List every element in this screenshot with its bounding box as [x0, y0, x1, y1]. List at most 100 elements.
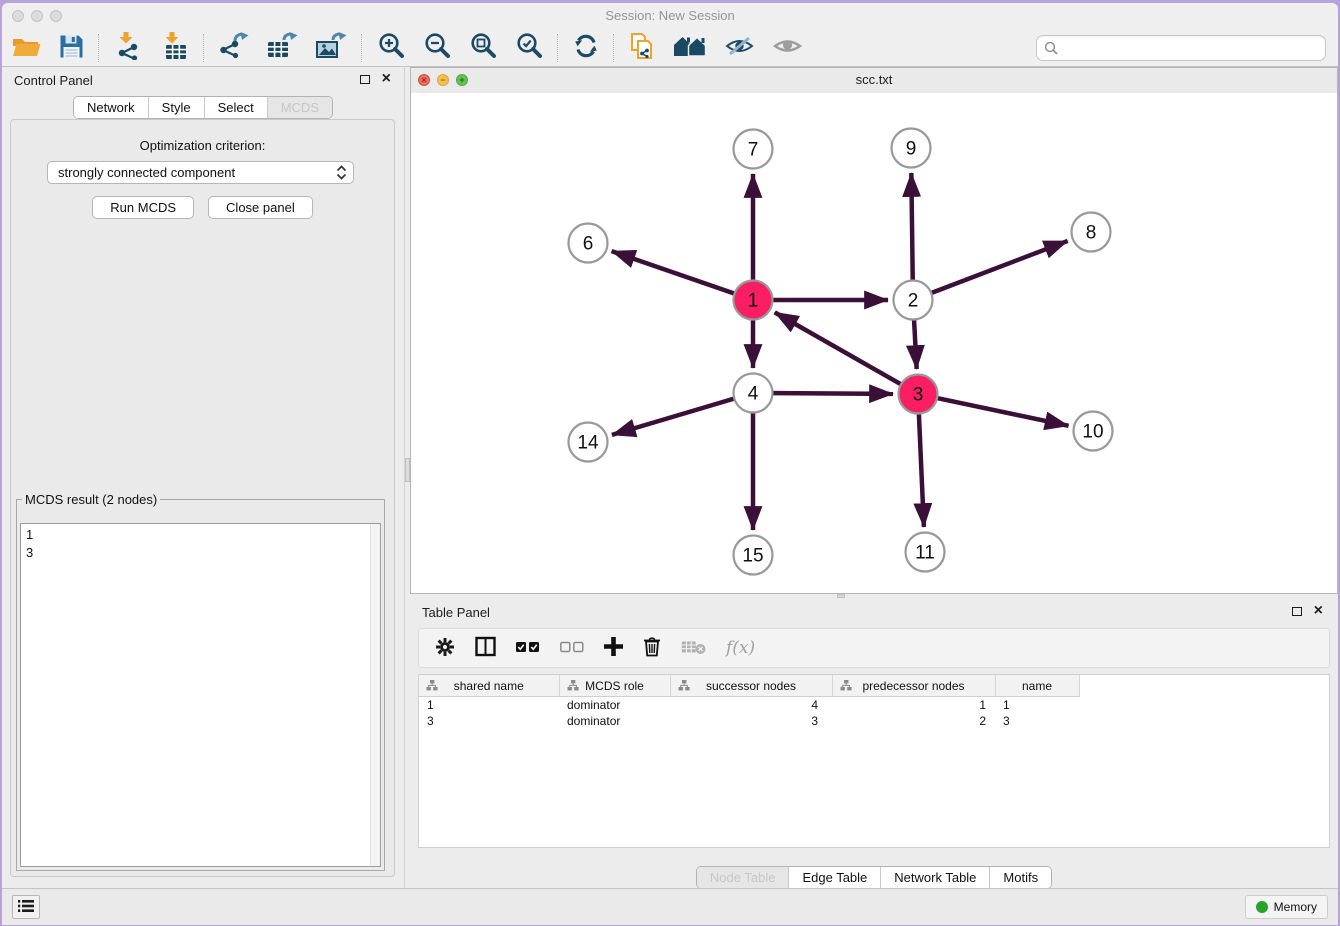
add-column-button[interactable]: [604, 637, 623, 659]
graph-edge-4-3[interactable]: [761, 393, 893, 394]
node-table-body: 1dominator4113dominator323: [419, 697, 1079, 730]
refresh-button[interactable]: [564, 31, 608, 65]
table-cell[interactable]: 1: [419, 697, 559, 714]
graph-edge-3-10[interactable]: [926, 396, 1069, 426]
table-cell[interactable]: 3: [419, 713, 559, 729]
task-history-button[interactable]: [12, 895, 40, 919]
deselect-all-button[interactable]: [560, 641, 584, 656]
table-cell[interactable]: 1: [995, 697, 1079, 714]
close-panel-icon[interactable]: ×: [382, 69, 391, 89]
mcds-panel: Optimization criterion: strongly connect…: [10, 119, 395, 877]
graph-edge-4-14[interactable]: [612, 395, 745, 435]
graph-node-8[interactable]: 8: [1072, 213, 1111, 252]
network-window-title: scc.txt: [411, 72, 1337, 87]
mcds-result-title: MCDS result (2 nodes): [22, 492, 160, 507]
columns-icon: [475, 636, 496, 660]
tab-motifs[interactable]: Motifs: [989, 867, 1051, 888]
show-all-button[interactable]: [764, 31, 812, 65]
control-panel-title: Control Panel: [14, 73, 93, 88]
table-options-button[interactable]: [435, 637, 455, 660]
graph-node-11[interactable]: 11: [906, 533, 945, 572]
tab-edge-table[interactable]: Edge Table: [788, 867, 880, 888]
export-image-button[interactable]: [307, 31, 356, 65]
network-canvas[interactable]: 7 9 6 8 1 2 4 3 14 10 15 11: [411, 93, 1337, 593]
eye-icon: [773, 35, 803, 60]
hierarchy-icon: [426, 680, 438, 694]
graph-node-9[interactable]: 9: [892, 129, 931, 168]
zoom-selected-button[interactable]: [506, 31, 552, 65]
delete-table-icon: [681, 639, 706, 658]
column-header-successor-nodes[interactable]: successor nodes: [670, 675, 832, 697]
graph-node-14[interactable]: 14: [569, 423, 608, 462]
graph-node-4[interactable]: 4: [734, 374, 773, 413]
houses-button[interactable]: [664, 31, 716, 65]
float-table-panel-icon[interactable]: [1292, 607, 1302, 616]
result-scrollbar[interactable]: [370, 524, 380, 866]
tab-network-table[interactable]: Network Table: [880, 867, 989, 888]
tab-node-table[interactable]: Node Table: [697, 867, 789, 888]
table-row[interactable]: 1dominator411: [419, 697, 1079, 714]
zoom-fit-icon: [469, 32, 497, 63]
graph-node-3[interactable]: 3: [899, 375, 938, 414]
toolbar-separator: [361, 34, 363, 62]
delete-columns-button[interactable]: [643, 636, 661, 660]
zoom-in-button[interactable]: [368, 31, 414, 65]
network-view-window: × − + scc.txt 7968124314101511: [410, 67, 1338, 594]
close-panel-button[interactable]: Close panel: [208, 196, 313, 219]
graph-edge-3-11[interactable]: [918, 402, 924, 527]
table-cell[interactable]: 4: [670, 697, 832, 714]
table-cell[interactable]: 3: [670, 713, 832, 729]
graph-node-7[interactable]: 7: [734, 130, 773, 169]
import-table-button[interactable]: [152, 31, 198, 65]
graph-node-15[interactable]: 15: [734, 536, 773, 575]
close-table-panel-icon[interactable]: ×: [1314, 601, 1323, 621]
zoom-out-button[interactable]: [414, 31, 460, 65]
show-column-selector-button[interactable]: [475, 636, 496, 660]
search-input[interactable]: [1062, 37, 1325, 59]
graph-node-1[interactable]: 1: [734, 281, 773, 320]
criterion-select[interactable]: strongly connected component: [47, 161, 354, 184]
export-network-button[interactable]: [210, 31, 258, 65]
main-toolbar: [2, 29, 1338, 67]
duplicate-network-button[interactable]: [620, 31, 664, 65]
graph-node-6[interactable]: 6: [569, 224, 608, 263]
column-header-mcds-role[interactable]: MCDS role: [559, 675, 670, 697]
graph-edge-1-6[interactable]: [612, 251, 746, 297]
import-network-button[interactable]: [105, 31, 152, 65]
save-session-button[interactable]: [50, 31, 93, 65]
tab-style[interactable]: Style: [148, 97, 204, 118]
graph-edge-3-1[interactable]: [775, 312, 911, 390]
plus-icon: [604, 637, 623, 659]
table-cell[interactable]: 1: [832, 697, 995, 714]
column-header-name[interactable]: name: [995, 675, 1079, 697]
apply-function-button[interactable]: f(x): [726, 638, 755, 658]
tab-network[interactable]: Network: [74, 97, 148, 118]
column-header-predecessor-nodes[interactable]: predecessor nodes: [832, 675, 995, 697]
graph-edge-2-8[interactable]: [920, 241, 1067, 297]
mcds-result-text[interactable]: 1 3: [20, 523, 381, 867]
unchecked-boxes-icon: [560, 641, 584, 656]
search-field[interactable]: [1036, 35, 1326, 61]
search-icon: [1044, 41, 1058, 55]
graph-node-10[interactable]: 10: [1074, 412, 1113, 451]
zoom-fit-button[interactable]: [460, 31, 506, 65]
open-session-button[interactable]: [2, 31, 50, 65]
graph-edge-2-9[interactable]: [911, 173, 913, 292]
tab-mcds[interactable]: MCDS: [267, 97, 332, 118]
tab-select[interactable]: Select: [204, 97, 267, 118]
delete-table-button[interactable]: [681, 639, 706, 658]
table-cell[interactable]: dominator: [559, 697, 670, 714]
export-table-button[interactable]: [258, 31, 307, 65]
float-panel-icon[interactable]: [360, 75, 370, 84]
graph-node-2[interactable]: 2: [894, 281, 933, 320]
column-header-shared-name[interactable]: shared name: [419, 675, 559, 697]
table-cell[interactable]: 2: [832, 713, 995, 729]
table-cell[interactable]: dominator: [559, 713, 670, 729]
select-all-button[interactable]: [516, 641, 540, 656]
table-row[interactable]: 3dominator323: [419, 713, 1079, 729]
table-cell[interactable]: 3: [995, 713, 1079, 729]
run-mcds-button[interactable]: Run MCDS: [92, 196, 194, 219]
refresh-icon: [573, 33, 599, 62]
memory-button[interactable]: Memory: [1245, 895, 1328, 919]
hide-selected-button[interactable]: [716, 31, 764, 65]
